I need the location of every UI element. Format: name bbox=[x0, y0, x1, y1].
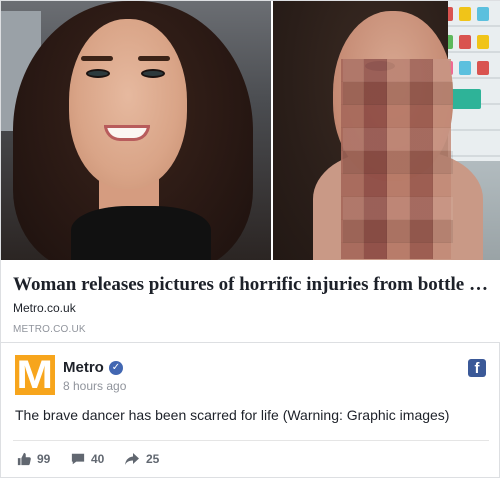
shares-value: 25 bbox=[146, 452, 160, 466]
facebook-post-card: Woman releases pictures of horrific inju… bbox=[0, 0, 500, 478]
link-domain: Metro.co.uk bbox=[13, 301, 76, 315]
link-title[interactable]: Woman releases pictures of horrific inju… bbox=[13, 274, 493, 296]
verified-badge-icon: ✓ bbox=[109, 361, 123, 375]
post-text: The brave dancer has been scarred for li… bbox=[15, 407, 450, 423]
post-timestamp[interactable]: 8 hours ago bbox=[63, 379, 126, 393]
comment-icon bbox=[71, 453, 85, 465]
comments-value: 40 bbox=[91, 452, 105, 466]
link-caption: METRO.CO.UK bbox=[13, 324, 86, 335]
facebook-icon[interactable]: f bbox=[468, 359, 486, 377]
divider bbox=[13, 440, 489, 441]
link-preview[interactable]: Woman releases pictures of horrific inju… bbox=[1, 260, 500, 343]
metro-logo-letter: M bbox=[16, 353, 54, 397]
post-actions: 99 40 25 bbox=[1, 447, 500, 473]
share-icon bbox=[125, 453, 139, 465]
likes-count[interactable]: 99 bbox=[17, 452, 50, 466]
post-header: M Metro ✓ 8 hours ago f bbox=[1, 343, 500, 403]
thumbs-up-icon bbox=[17, 452, 31, 466]
metro-logo[interactable]: M bbox=[15, 355, 55, 395]
photo-before bbox=[1, 1, 271, 260]
shared-link-image[interactable] bbox=[1, 1, 500, 260]
likes-value: 99 bbox=[37, 452, 51, 466]
page-name[interactable]: Metro bbox=[63, 359, 104, 376]
comments-count[interactable]: 40 bbox=[71, 452, 104, 466]
photo-injuries-pixelated bbox=[273, 1, 500, 260]
shares-count[interactable]: 25 bbox=[124, 452, 159, 466]
